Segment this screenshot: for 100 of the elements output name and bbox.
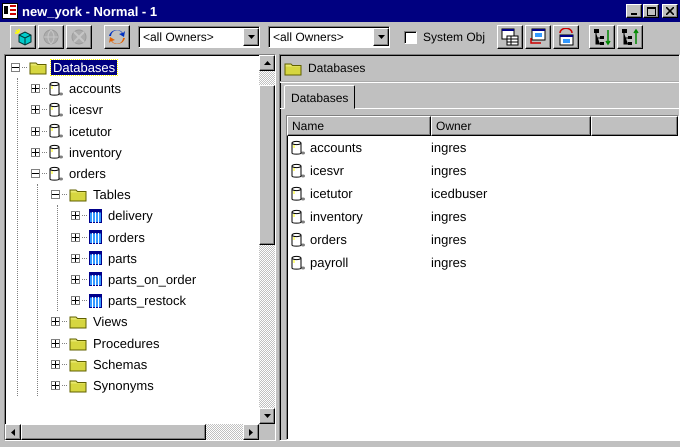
- maximize-icon: [646, 6, 656, 16]
- checkbox-label: System Obj: [423, 30, 486, 44]
- scroll-right-button[interactable]: [243, 424, 259, 440]
- table-cell: icedbuser: [431, 186, 488, 201]
- tree-item[interactable]: icetutor: [67, 124, 114, 139]
- tree-item[interactable]: orders: [106, 230, 147, 245]
- table-cell: ingres: [431, 232, 466, 247]
- tab[interactable]: Databases: [284, 85, 356, 109]
- tree-item[interactable]: Tables: [91, 187, 133, 202]
- tree-item[interactable]: Procedures: [91, 336, 162, 351]
- tree-icon: [593, 28, 612, 46]
- maximize-button[interactable]: [643, 4, 659, 18]
- tree-item[interactable]: parts_restock: [106, 293, 188, 308]
- table-cell: inventory: [310, 209, 363, 224]
- scroll-up-button[interactable]: [259, 55, 275, 71]
- cube-icon: [14, 28, 32, 46]
- table-cell: icetutor: [310, 186, 353, 201]
- left-arrow-icon: [11, 428, 15, 436]
- owner-dropdown[interactable]: <all Owners>: [268, 26, 390, 48]
- expand-toggle[interactable]: [71, 211, 80, 220]
- owner-dropdown[interactable]: <all Owners>: [138, 26, 260, 48]
- folder-icon: [69, 378, 87, 393]
- database-icon: [49, 166, 63, 182]
- expand-toggle[interactable]: [51, 380, 60, 390]
- plus-icon: [52, 360, 59, 368]
- table-cell: ingres: [431, 255, 466, 270]
- tree-item[interactable]: accounts: [67, 81, 124, 96]
- folder-icon: [69, 314, 87, 330]
- table-cell: ingres: [431, 209, 466, 224]
- expand-toggle[interactable]: [31, 126, 40, 136]
- database-icon: [49, 80, 63, 97]
- column-header[interactable]: Name: [287, 116, 431, 136]
- plus-icon: [52, 340, 59, 347]
- expand-toggle[interactable]: [31, 148, 40, 157]
- scroll-left-button[interactable]: [5, 424, 21, 440]
- dropdown-value: <all Owners>: [142, 30, 215, 44]
- toolbar-button[interactable]: [589, 25, 616, 49]
- globe-icon: [70, 28, 88, 46]
- column-header[interactable]: Owner: [431, 116, 591, 136]
- system-obj-checkbox[interactable]: [404, 30, 417, 44]
- tree-item[interactable]: parts: [106, 250, 139, 266]
- expand-toggle[interactable]: [51, 338, 60, 348]
- expand-toggle[interactable]: [71, 254, 80, 263]
- collapse-toggle[interactable]: [11, 63, 20, 72]
- expand-toggle[interactable]: [71, 232, 80, 242]
- toolbar-button[interactable]: [525, 25, 552, 49]
- tree-item[interactable]: delivery: [106, 208, 155, 224]
- folder-icon: [284, 60, 302, 76]
- tree-item[interactable]: Synonyms: [91, 378, 156, 393]
- plus-icon: [32, 128, 39, 135]
- minimize-button[interactable]: [626, 4, 642, 18]
- table-icon: [89, 294, 102, 308]
- tree-item[interactable]: Databases: [51, 60, 118, 76]
- database-icon: [291, 140, 305, 156]
- toolbar-button[interactable]: [553, 25, 580, 49]
- dropdown-button[interactable]: [373, 28, 389, 46]
- tree-item[interactable]: icesvr: [67, 102, 105, 118]
- toolbar-button[interactable]: [497, 25, 524, 49]
- close-icon: [666, 7, 674, 15]
- collapse-toggle[interactable]: [31, 169, 40, 178]
- database-icon: [49, 123, 63, 140]
- vertical-scrollbar[interactable]: [259, 55, 275, 424]
- toolbar-button[interactable]: [617, 25, 644, 49]
- down-arrow-icon: [264, 414, 270, 418]
- database-icon: [291, 254, 305, 270]
- tree-item[interactable]: Schemas: [91, 356, 150, 372]
- expand-toggle[interactable]: [51, 317, 60, 326]
- expand-toggle[interactable]: [71, 296, 80, 306]
- expand-toggle[interactable]: [31, 105, 40, 114]
- expand-toggle[interactable]: [71, 274, 80, 284]
- tree-item[interactable]: inventory: [67, 144, 124, 160]
- database-icon: [291, 208, 305, 224]
- table-cell: accounts: [310, 140, 362, 155]
- plus-icon: [32, 148, 39, 156]
- table-icon: [89, 272, 102, 286]
- plus-icon: [32, 85, 39, 92]
- database-icon: [49, 102, 63, 118]
- column-header[interactable]: [591, 116, 678, 136]
- toolbar-button[interactable]: [104, 25, 130, 49]
- expand-toggle[interactable]: [31, 84, 40, 94]
- folder-icon: [69, 356, 87, 372]
- tree-item[interactable]: parts_on_order: [106, 272, 198, 287]
- scroll-down-button[interactable]: [259, 408, 275, 424]
- collapse-toggle[interactable]: [51, 190, 60, 200]
- plus-icon: [72, 276, 79, 283]
- horizontal-scrollbar[interactable]: [5, 424, 275, 440]
- plus-icon: [72, 254, 79, 262]
- table-icon: [89, 251, 102, 266]
- table-cell: payroll: [310, 255, 348, 270]
- toolbar-button[interactable]: [10, 25, 36, 49]
- close-button[interactable]: [662, 4, 678, 18]
- caret-icon: [248, 35, 254, 39]
- window-icon: [529, 28, 548, 46]
- expand-toggle[interactable]: [51, 360, 60, 369]
- table-cell: ingres: [431, 163, 466, 178]
- window-icon: [501, 28, 520, 46]
- dropdown-button[interactable]: [243, 28, 259, 46]
- tree-item[interactable]: orders: [67, 166, 108, 182]
- tree-item[interactable]: Views: [91, 314, 130, 330]
- folder-icon: [29, 60, 47, 76]
